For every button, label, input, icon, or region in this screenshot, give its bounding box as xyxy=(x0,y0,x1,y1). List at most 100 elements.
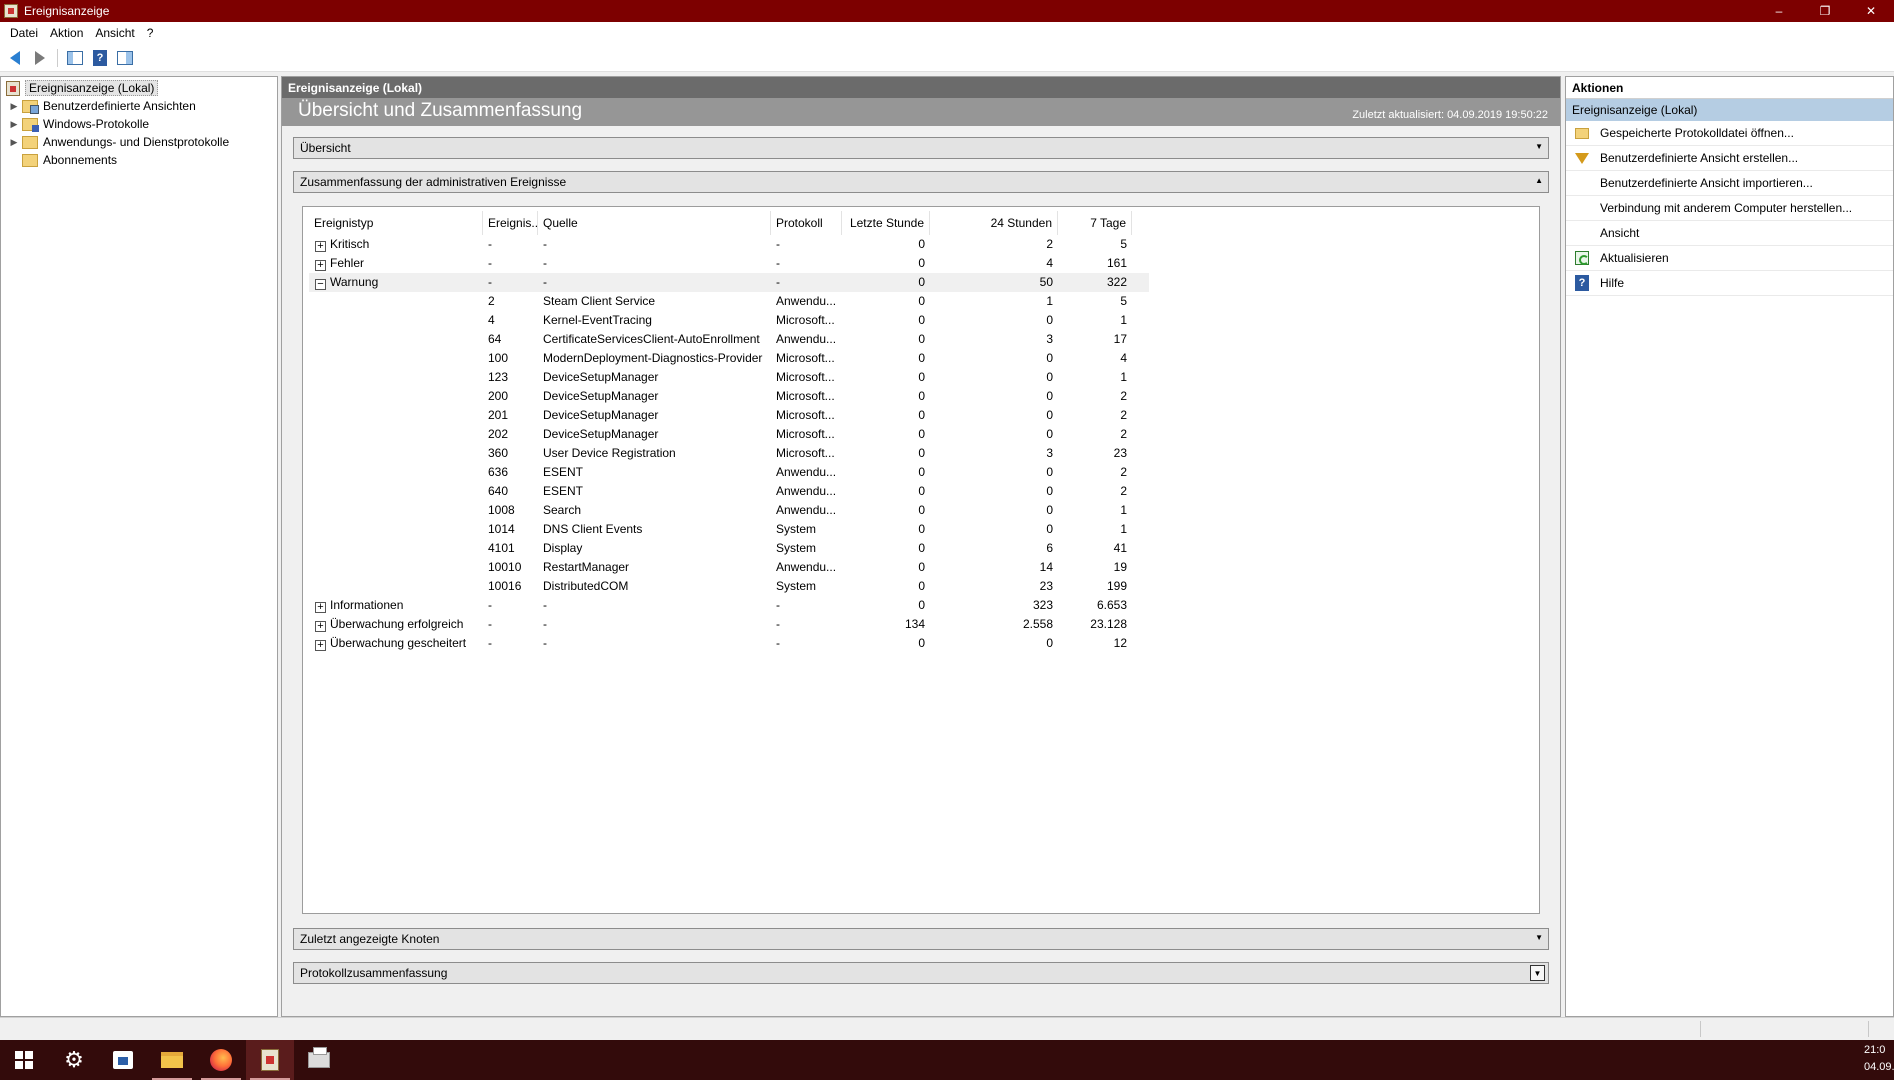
taskbar-firefox[interactable] xyxy=(197,1040,245,1080)
table-row[interactable]: 10016 DistributedCOM System 0 23 199 xyxy=(309,577,1149,596)
col-header-24h[interactable]: 24 Stunden xyxy=(930,211,1058,235)
action-item[interactable]: Ansicht xyxy=(1566,221,1893,246)
cell-id: 10016 xyxy=(488,579,522,593)
table-row[interactable]: 100 ModernDeployment-Diagnostics-Provider… xyxy=(309,349,1149,368)
cell-day: 4 xyxy=(1046,256,1053,270)
cell-hour: 134 xyxy=(904,617,925,631)
table-row[interactable]: + Überwachung erfolgreich - - - 134 2.558 23.12… xyxy=(309,615,1149,634)
col-header-last-hour[interactable]: Letzte Stunde xyxy=(842,211,930,235)
table-row[interactable]: 640 ESENT Anwendu... 0 0 2 xyxy=(309,482,1149,501)
col-header-event-type[interactable]: Ereignistyp xyxy=(309,211,483,235)
table-row[interactable]: 201 DeviceSetupManager Microsoft... 0 0 2 xyxy=(309,406,1149,425)
table-row[interactable]: 202 DeviceSetupManager Microsoft... 0 0 2 xyxy=(309,425,1149,444)
start-button[interactable] xyxy=(0,1040,48,1080)
taskbar-settings[interactable]: ⚙ xyxy=(50,1040,98,1080)
expand-plus-icon[interactable]: + xyxy=(315,640,326,651)
refresh-icon xyxy=(1575,251,1589,265)
expand-arrow-icon[interactable]: ▶ xyxy=(9,101,19,112)
expand-plus-icon[interactable]: + xyxy=(315,241,326,252)
expand-plus-icon[interactable]: + xyxy=(315,602,326,613)
window-controls: – ❐ ✕ xyxy=(1756,0,1894,22)
minimize-button[interactable]: – xyxy=(1756,0,1802,22)
col-header-log[interactable]: Protokoll xyxy=(771,211,842,235)
table-row[interactable]: 10010 RestartManager Anwendu... 0 14 19 xyxy=(309,558,1149,577)
cell-week: 2 xyxy=(1120,408,1127,422)
back-button[interactable] xyxy=(4,47,26,69)
action-item[interactable]: Benutzerdefinierte Ansicht erstellen... xyxy=(1566,146,1893,171)
action-item[interactable]: Benutzerdefinierte Ansicht importieren..… xyxy=(1566,171,1893,196)
tree-item-subscriptions[interactable]: Abonnements xyxy=(9,151,117,169)
tree-item-app-service-logs[interactable]: ▶ Anwendungs- und Dienstprotokolle xyxy=(9,133,230,151)
cell-type xyxy=(309,311,483,330)
table-row[interactable]: 200 DeviceSetupManager Microsoft... 0 0 2 xyxy=(309,387,1149,406)
expand-arrow-icon[interactable]: ▶ xyxy=(9,137,19,148)
menu-aktion[interactable]: Aktion xyxy=(44,26,89,40)
actions-subheader[interactable]: Ereignisanzeige (Lokal) xyxy=(1566,99,1893,121)
section-overview-label: Übersicht xyxy=(300,141,351,155)
section-log-summary[interactable]: Protokollzusammenfassung ▼ xyxy=(293,962,1549,984)
menu-ansicht[interactable]: Ansicht xyxy=(89,26,140,40)
table-row[interactable]: + Kritisch - - - 0 2 5 xyxy=(309,235,1149,254)
restore-button[interactable]: ❐ xyxy=(1802,0,1848,22)
gear-icon: ⚙ xyxy=(64,1047,84,1072)
cell-type xyxy=(309,520,483,539)
col-header-event-id[interactable]: Ereignis... xyxy=(483,211,538,235)
table-row[interactable]: 4 Kernel-EventTracing Microsoft... 0 0 1 xyxy=(309,311,1149,330)
taskbar-printer[interactable] xyxy=(295,1040,343,1080)
table-row[interactable]: − Warnung - - -0 50 322 xyxy=(309,273,1149,292)
table-row[interactable]: 64 CertificateServicesClient-AutoEnrollme… xyxy=(309,330,1149,349)
menu-datei[interactable]: Datei xyxy=(4,26,44,40)
expand-plus-icon[interactable]: + xyxy=(315,621,326,632)
cell-log: Microsoft... xyxy=(776,351,835,365)
col-header-7d[interactable]: 7 Tage xyxy=(1058,211,1132,235)
chevron-down-icon[interactable]: ▼ xyxy=(1535,933,1543,942)
taskbar-event-viewer[interactable] xyxy=(246,1040,294,1080)
chevron-down-icon[interactable]: ▼ xyxy=(1535,142,1543,151)
cell-hour: 0 xyxy=(918,541,925,555)
tree-item-custom-views[interactable]: ▶ Benutzerdefinierte Ansichten xyxy=(9,97,196,115)
chevron-down-icon[interactable]: ▼ xyxy=(1530,965,1545,981)
cell-week: 12 xyxy=(1113,636,1127,650)
event-viewer-icon xyxy=(6,80,20,96)
section-recent-nodes[interactable]: Zuletzt angezeigte Knoten ▼ xyxy=(293,928,1549,950)
expand-arrow-icon[interactable]: ▶ xyxy=(9,119,19,130)
menu-help[interactable]: ? xyxy=(141,26,160,40)
taskbar-file-explorer[interactable] xyxy=(148,1040,196,1080)
chevron-up-icon[interactable]: ▲ xyxy=(1535,176,1543,185)
expand-plus-icon[interactable]: + xyxy=(315,260,326,271)
table-row[interactable]: + Fehler - - - 0 4 161 xyxy=(309,254,1149,273)
system-clock[interactable]: 21:0 04.09.2 xyxy=(1864,1042,1894,1076)
windows-logo-icon xyxy=(15,1051,33,1069)
table-row[interactable]: 123 DeviceSetupManager Microsoft... 0 0 1 xyxy=(309,368,1149,387)
table-row[interactable]: + Überwachung gescheitert - - - 0 0 12 xyxy=(309,634,1149,653)
table-row[interactable]: 1014 DNS Client Events System 0 0 1 xyxy=(309,520,1149,539)
close-button[interactable]: ✕ xyxy=(1848,0,1894,22)
tree-item-windows-logs[interactable]: ▶ Windows-Protokolle xyxy=(9,115,149,133)
table-row[interactable]: 2 Steam Client Service Anwendu... 0 1 5 xyxy=(309,292,1149,311)
section-admin-summary[interactable]: Zusammenfassung der administrativen Erei… xyxy=(293,171,1549,193)
table-row[interactable]: 4101 Display System 0 6 41 xyxy=(309,539,1149,558)
collapse-minus-icon[interactable]: − xyxy=(315,279,326,290)
table-row[interactable]: + Informationen - - - 0 323 6.653 xyxy=(309,596,1149,615)
cell-type xyxy=(309,349,483,368)
cell-log: Anwendu... xyxy=(776,332,837,346)
show-hide-tree-button[interactable] xyxy=(64,47,86,69)
action-item[interactable]: ? Hilfe xyxy=(1566,271,1893,296)
col-header-source[interactable]: Quelle xyxy=(538,211,771,235)
help-toolbar-button[interactable]: ? xyxy=(89,47,111,69)
cell-source: DeviceSetupManager xyxy=(543,389,659,403)
show-hide-actions-button[interactable] xyxy=(114,47,136,69)
tree-item-label: Anwendungs- und Dienstprotokolle xyxy=(43,135,230,149)
tree-root[interactable]: Ereignisanzeige (Lokal) xyxy=(6,79,159,97)
table-row[interactable]: 1008 Search Anwendu... 0 0 1 xyxy=(309,501,1149,520)
taskbar-store[interactable] xyxy=(99,1040,147,1080)
forward-button[interactable] xyxy=(29,47,51,69)
table-body: + Kritisch - - -0 2 5 + Fehler - - -0 4 161− Warnung - -… xyxy=(309,235,1149,653)
action-item[interactable]: Verbindung mit anderem Computer herstell… xyxy=(1566,196,1893,221)
table-row[interactable]: 636 ESENT Anwendu... 0 0 2 xyxy=(309,463,1149,482)
action-item[interactable]: Aktualisieren xyxy=(1566,246,1893,271)
section-overview[interactable]: Übersicht ▼ xyxy=(293,137,1549,159)
cell-type xyxy=(309,368,483,387)
action-item[interactable]: Gespeicherte Protokolldatei öffnen... xyxy=(1566,121,1893,146)
table-row[interactable]: 360 User Device Registration Microsoft... 0… xyxy=(309,444,1149,463)
